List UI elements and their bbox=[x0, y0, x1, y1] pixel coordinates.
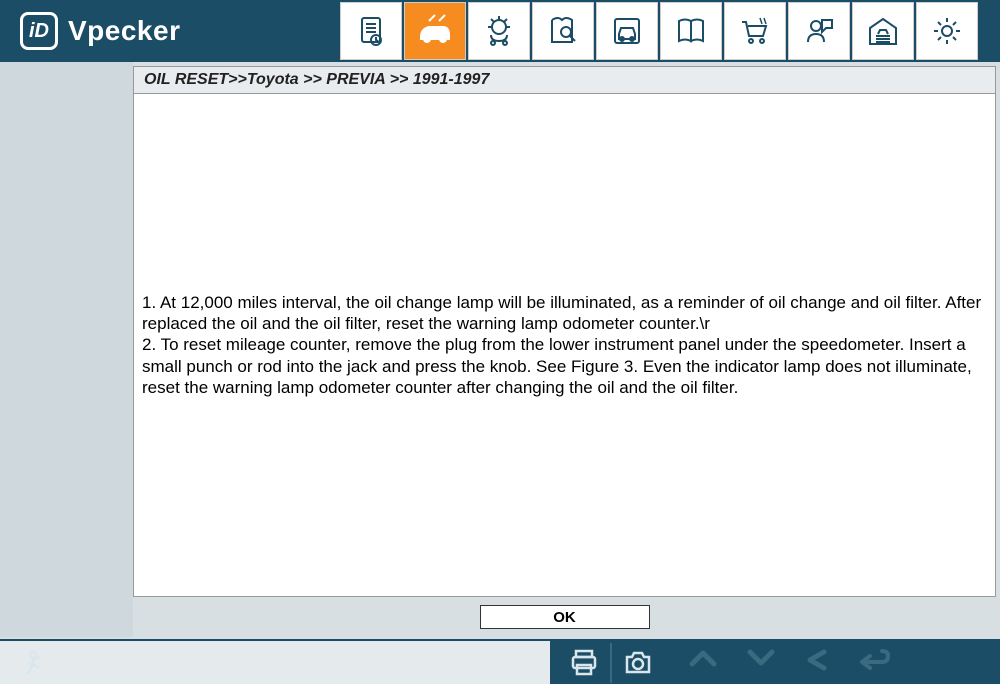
ok-button[interactable]: OK bbox=[480, 605, 650, 629]
logo-icon: iD bbox=[20, 12, 58, 50]
main-area: OIL RESET>>Toyota >> PREVIA >> 1991-1997… bbox=[0, 62, 1000, 639]
breadcrumb: OIL RESET>>Toyota >> PREVIA >> 1991-1997 bbox=[133, 66, 996, 94]
instruction-panel: 1. At 12,000 miles interval, the oil cha… bbox=[133, 94, 996, 597]
app-header: iD Vpecker bbox=[0, 0, 1000, 62]
down-icon[interactable] bbox=[746, 648, 776, 677]
content-area: OIL RESET>>Toyota >> PREVIA >> 1991-1997… bbox=[133, 62, 1000, 637]
app-name: Vpecker bbox=[68, 15, 180, 47]
print-icon[interactable] bbox=[568, 647, 600, 679]
support-icon[interactable] bbox=[788, 2, 850, 60]
instruction-line-1: 1. At 12,000 miles interval, the oil cha… bbox=[142, 292, 987, 335]
up-icon[interactable] bbox=[688, 648, 718, 677]
nav-controls bbox=[688, 648, 892, 677]
button-row: OK bbox=[133, 597, 996, 637]
book-icon[interactable] bbox=[660, 2, 722, 60]
engine-icon[interactable] bbox=[468, 2, 530, 60]
camera-icon[interactable] bbox=[622, 647, 654, 679]
logo-area: iD Vpecker bbox=[0, 0, 340, 62]
document-icon[interactable] bbox=[340, 2, 402, 60]
footer-bar bbox=[0, 639, 1000, 684]
instruction-line-2: 2. To reset mileage counter, remove the … bbox=[142, 334, 987, 398]
settings-icon[interactable] bbox=[916, 2, 978, 60]
exit-icon[interactable] bbox=[20, 646, 54, 680]
footer-left bbox=[0, 641, 550, 684]
footer-right bbox=[550, 641, 1000, 684]
separator bbox=[610, 643, 612, 683]
top-toolbar bbox=[340, 0, 980, 62]
vehicle-icon[interactable] bbox=[596, 2, 658, 60]
cart-icon[interactable] bbox=[724, 2, 786, 60]
left-sidebar bbox=[0, 62, 133, 637]
return-icon[interactable] bbox=[858, 648, 892, 677]
car-diagnostic-icon[interactable] bbox=[404, 2, 466, 60]
garage-icon[interactable] bbox=[852, 2, 914, 60]
back-icon[interactable] bbox=[804, 648, 830, 677]
search-manual-icon[interactable] bbox=[532, 2, 594, 60]
